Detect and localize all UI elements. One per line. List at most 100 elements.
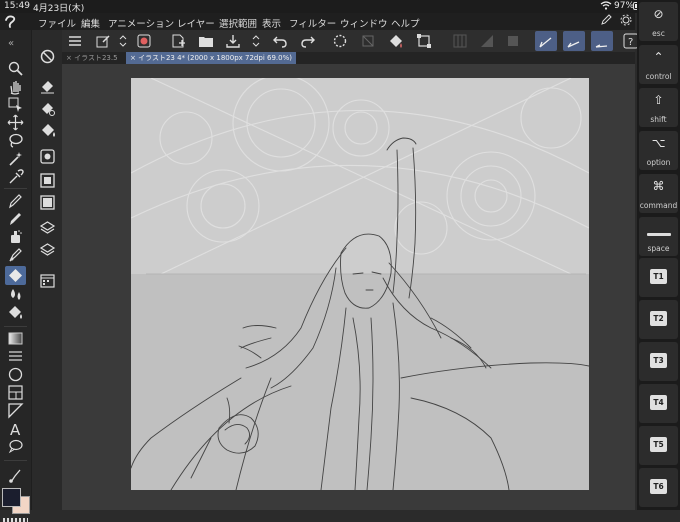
main-color-swatch[interactable] — [2, 488, 21, 507]
space-key[interactable]: space — [639, 217, 678, 256]
menu-selection[interactable]: 選択範囲 — [219, 16, 257, 30]
text-tool-icon[interactable]: A — [7, 420, 24, 439]
tool-separator — [4, 326, 27, 327]
tab-close-icon[interactable]: × — [66, 54, 74, 62]
tab-label: イラスト23 4* (2000 x 1800px 72dpi 69.0%) — [138, 54, 292, 62]
magic-wand-icon[interactable] — [7, 150, 24, 167]
menu-edit[interactable]: 編集 — [81, 16, 100, 30]
record-icon[interactable] — [136, 33, 152, 49]
drawing-canvas[interactable] — [131, 78, 589, 490]
tab-inactive[interactable]: × イラスト23.5 — [62, 52, 122, 64]
menu-animation[interactable]: アニメーション — [108, 16, 174, 30]
menu-view[interactable]: 表示 — [262, 16, 281, 30]
document-tab-bar: × イラスト23.5 × イラスト23 4* (2000 x 1800px 72… — [62, 52, 635, 64]
t1-key[interactable]: T1 — [639, 258, 678, 297]
stabilizer-2-icon[interactable] — [563, 31, 585, 51]
new-raster-layer-icon[interactable] — [39, 148, 56, 165]
frame-tool-icon[interactable] — [7, 384, 24, 401]
t6-key[interactable]: T6 — [639, 468, 678, 507]
t4-key[interactable]: T4 — [639, 384, 678, 423]
lasso-tool-icon[interactable] — [7, 132, 24, 149]
fill-icon[interactable] — [388, 33, 404, 49]
layer-property-icon[interactable] — [95, 33, 111, 49]
stepper-icon[interactable] — [115, 33, 127, 49]
move-tool-icon[interactable] — [7, 114, 24, 131]
balloon-tool-icon[interactable] — [7, 438, 24, 455]
caret-up-icon: ⌃ — [653, 50, 664, 64]
stabilizer-3-icon[interactable] — [591, 31, 613, 51]
tool-panel: « A — [0, 30, 31, 522]
menu-filter[interactable]: フィルター — [289, 16, 336, 30]
t3-key[interactable]: T3 — [639, 342, 678, 381]
layers-icon[interactable] — [39, 242, 56, 259]
transform-icon[interactable] — [416, 33, 432, 49]
fill-tool-icon[interactable] — [7, 304, 24, 321]
disable-icon[interactable] — [39, 48, 56, 65]
clear-icon — [360, 33, 376, 49]
hand-tool-icon[interactable] — [7, 78, 24, 95]
new-document-icon[interactable] — [170, 33, 186, 49]
blend-tool-icon[interactable] — [7, 286, 24, 303]
pencil-icon[interactable] — [600, 14, 612, 29]
open-folder-icon[interactable] — [198, 33, 214, 49]
decoration-tool-icon[interactable] — [7, 246, 24, 263]
menu-file[interactable]: ファイル — [38, 16, 76, 30]
gradient-tool-icon[interactable] — [7, 330, 24, 347]
loading-spinner-icon[interactable] — [332, 33, 348, 49]
pencil-tool-icon[interactable] — [7, 210, 24, 227]
layer-settings-icon[interactable] — [39, 220, 56, 237]
frame-icon[interactable] — [39, 194, 56, 211]
stabilizer-1-icon[interactable] — [535, 31, 557, 51]
redo-icon[interactable] — [300, 33, 316, 49]
save-icon[interactable] — [225, 33, 241, 49]
sub-tool-panel — [31, 30, 63, 510]
settings-icon[interactable] — [620, 14, 632, 29]
gradient-icon — [479, 33, 495, 49]
clear-layer-icon[interactable] — [39, 78, 56, 95]
tab-active[interactable]: × イラスト23 4* (2000 x 1800px 72dpi 69.0%) — [126, 52, 296, 64]
calendar-icon[interactable] — [39, 272, 56, 289]
status-bar: 15:49 4月23日(木) 97% — [0, 0, 680, 14]
zoom-tool-icon[interactable] — [7, 60, 24, 77]
ruler-tool-icon[interactable] — [7, 402, 24, 419]
t2-key[interactable]: T2 — [639, 300, 678, 339]
hamburger-menu-icon[interactable] — [67, 33, 83, 49]
command-key[interactable]: ⌘ command — [639, 174, 678, 213]
pen-tool-icon[interactable] — [7, 192, 24, 209]
space-bar-icon — [639, 225, 678, 239]
t5-key[interactable]: T5 — [639, 426, 678, 465]
transparent-color-swatch[interactable] — [3, 518, 28, 522]
stepper-icon[interactable] — [248, 33, 260, 49]
collapse-left-icon[interactable]: « — [7, 34, 24, 51]
figure-tool-icon[interactable] — [7, 366, 24, 383]
esc-key[interactable]: ⊘ esc — [639, 2, 678, 41]
clear-outside-icon[interactable] — [39, 100, 56, 117]
fill-selection-icon[interactable] — [39, 122, 56, 139]
shortcut-key-panel: ⊘ esc ⌃ control ⇧ shift ⌥ option ⌘ comma… — [637, 0, 680, 510]
control-key[interactable]: ⌃ control — [639, 45, 678, 84]
command-icon: ⌘ — [652, 179, 665, 193]
frame-border-icon[interactable] — [7, 348, 24, 365]
status-time: 15:49 — [4, 1, 30, 11]
undo-icon[interactable] — [272, 33, 288, 49]
airbrush-icon[interactable] — [7, 228, 24, 245]
svg-text:A: A — [10, 421, 21, 437]
correct-line-icon[interactable] — [7, 467, 24, 484]
menu-layer[interactable]: レイヤー — [177, 16, 215, 30]
square-icon — [505, 33, 521, 49]
film-icon[interactable] — [39, 172, 56, 189]
eraser-tool-icon[interactable] — [5, 266, 26, 285]
tab-close-icon[interactable]: × — [130, 54, 138, 62]
menu-help[interactable]: ヘルプ — [391, 16, 420, 30]
select-layer-icon[interactable] — [7, 96, 24, 113]
shift-key[interactable]: ⇧ shift — [639, 88, 678, 127]
command-bar: ? — [62, 30, 639, 52]
shift-arrow-icon: ⇧ — [653, 93, 664, 107]
svg-text:?: ? — [628, 37, 633, 48]
app-logo-icon[interactable] — [4, 15, 18, 28]
option-key[interactable]: ⌥ option — [639, 131, 678, 170]
tab-label: イラスト23.5 — [74, 54, 118, 62]
menu-window[interactable]: ウィンドウ — [340, 16, 388, 30]
eyedropper-icon[interactable] — [7, 168, 24, 185]
tool-separator — [4, 460, 27, 461]
